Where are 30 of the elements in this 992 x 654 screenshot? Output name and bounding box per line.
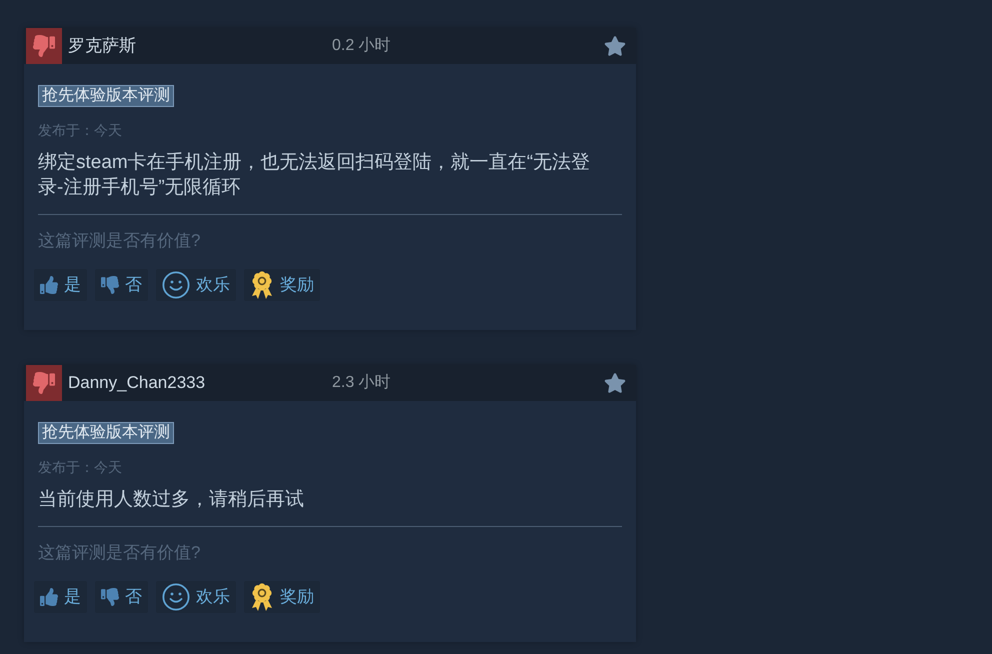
thumbs-down-icon: [101, 276, 119, 294]
rosette-icon: [250, 583, 274, 611]
helpful-prompt: 这篇评测是否有价值?: [38, 544, 200, 562]
playtime-text: 0.2 小时: [332, 36, 391, 56]
yes-button[interactable]: 是: [34, 581, 87, 613]
thumbs-down-icon: [101, 588, 119, 606]
playtime-text: 2.3 小时: [332, 372, 391, 393]
smiley-icon: [162, 271, 190, 299]
early-access-tag: 抢先体验版本评测: [38, 422, 174, 444]
author-name[interactable]: 罗克萨斯: [68, 33, 136, 59]
early-access-tag: 抢先体验版本评测: [38, 85, 174, 107]
award-button[interactable]: 奖励: [244, 269, 320, 301]
thumbs-up-icon: [40, 276, 58, 294]
helpful-prompt: 这篇评测是否有价值?: [38, 232, 200, 250]
award-button[interactable]: 奖励: [244, 581, 320, 613]
rosette-icon: [250, 271, 274, 299]
yes-button[interactable]: 是: [34, 269, 87, 301]
author-name[interactable]: Danny_Chan2333: [68, 370, 206, 396]
thumbs-up-icon: [40, 588, 58, 606]
posted-date: 发布于：今天: [38, 458, 122, 476]
smiley-icon: [162, 583, 190, 611]
no-button[interactable]: 否: [95, 581, 148, 613]
review-text: 当前使用人数过多，请稍后再试: [38, 488, 305, 512]
funny-button[interactable]: 欢乐: [156, 269, 236, 301]
review-text: 绑定steam卡在手机注册，也无法返回扫码登陆，就一直在“无法登录-注册手机号”无限循环: [38, 151, 592, 200]
funny-button[interactable]: 欢乐: [156, 581, 236, 613]
posted-date: 发布于：今天: [38, 121, 122, 139]
star-icon: [604, 35, 626, 57]
no-button[interactable]: 否: [95, 269, 148, 301]
star-icon: [604, 372, 626, 394]
